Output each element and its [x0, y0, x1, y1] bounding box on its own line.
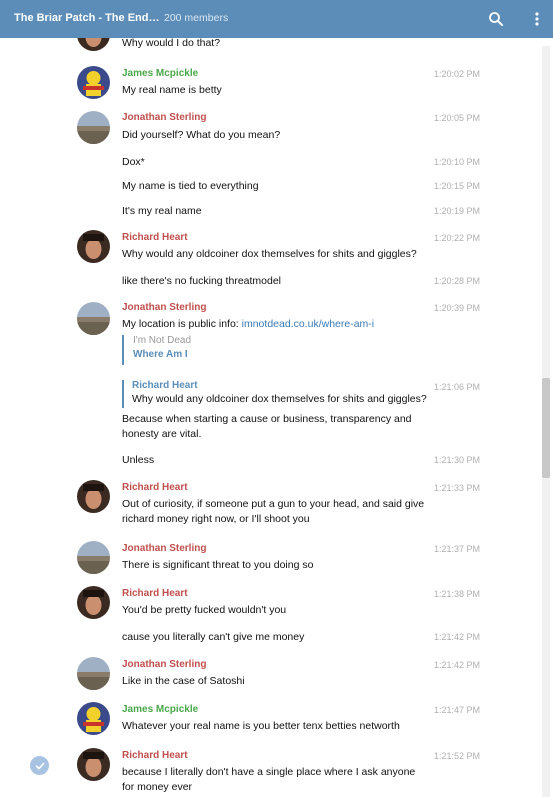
message-time: 1:20:28 PM — [434, 276, 481, 286]
message-time: 1:21:33 PM — [434, 483, 481, 493]
sender-name[interactable]: Jonathan Sterling — [122, 659, 206, 670]
sender-name[interactable]: Jonathan Sterling — [122, 112, 206, 123]
avatar-jonathan-sterling[interactable] — [77, 541, 110, 574]
message-time: 1:21:52 PM — [434, 751, 481, 761]
search-icon[interactable] — [487, 10, 505, 28]
message-text: Unless — [122, 454, 155, 466]
avatar-richard-heart[interactable] — [77, 480, 110, 513]
reply-sender-name: Richard Heart — [132, 380, 198, 391]
more-options-icon[interactable] — [530, 10, 544, 28]
chat-title[interactable]: The Briar Patch - The Ends… — [14, 12, 160, 24]
message-text: Dox* — [122, 156, 145, 168]
message-time: 1:21:30 PM — [434, 455, 481, 465]
avatar-richard-heart[interactable] — [77, 38, 110, 51]
message-time: 1:20:10 PM — [434, 157, 481, 167]
message-text: Out of curiosity, if someone put a gun t… — [122, 498, 425, 525]
sender-name[interactable]: James Mcpickle — [122, 704, 198, 715]
message-time: 1:20:05 PM — [434, 113, 481, 123]
avatar-richard-heart[interactable] — [77, 748, 110, 781]
message-text: because I literally don't have a single … — [122, 766, 416, 793]
avatar-richard-heart[interactable] — [77, 586, 110, 619]
link-preview[interactable]: I'm Not Dead Where Am I — [122, 335, 191, 365]
link-preview-site: I'm Not Dead — [133, 335, 192, 346]
sender-name[interactable]: Richard Heart — [122, 750, 188, 761]
chat-header: The Briar Patch - The Ends… 200 members — [0, 0, 553, 38]
message-text: My location is public info: imnotdead.co… — [122, 317, 427, 332]
message-time: 1:21:42 PM — [434, 632, 481, 642]
message-text: Like in the case of Satoshi — [122, 675, 245, 687]
message-time: 1:20:22 PM — [434, 233, 481, 243]
avatar-jonathan-sterling[interactable] — [77, 302, 110, 335]
message-text: Why would any oldcoiner dox themselves f… — [122, 248, 417, 260]
message-text: It's my real name — [122, 205, 202, 217]
message-text: Did yourself? What do you mean? — [122, 129, 281, 141]
message-text: You'd be pretty fucked wouldn't you — [122, 604, 287, 616]
message-time: 1:20:02 PM — [434, 69, 481, 79]
avatar-richard-heart[interactable] — [77, 230, 110, 263]
reply-text: Why would any oldcoiner dox themselves f… — [132, 393, 427, 405]
sender-name[interactable]: Richard Heart — [122, 482, 188, 493]
message-text: My name is tied to everything — [122, 180, 259, 192]
message-text: Whatever your real name is you better te… — [122, 720, 400, 732]
sender-name[interactable]: Richard Heart — [122, 232, 188, 243]
message-text: Because when starting a cause or busines… — [122, 413, 412, 440]
check-icon[interactable] — [30, 756, 49, 775]
message-time: 1:21:06 PM — [434, 382, 481, 392]
message-time: 1:20:19 PM — [434, 206, 481, 216]
avatar-jonathan-sterling[interactable] — [77, 111, 110, 144]
message-text: Why would I do that? — [122, 38, 221, 49]
link-preview-title: Where Am I — [133, 349, 188, 360]
message-text-body: My location is public info: — [122, 318, 242, 330]
sender-name[interactable]: Jonathan Sterling — [122, 543, 206, 554]
message-link[interactable]: imnotdead.co.uk/where-am-i — [242, 318, 374, 330]
message-text: like there's no fucking threatmodel — [122, 275, 282, 287]
message-time: 1:20:39 PM — [434, 303, 481, 313]
message-time: 1:21:42 PM — [434, 660, 481, 670]
sender-name[interactable]: Jonathan Sterling — [122, 302, 206, 313]
message-text: My real name is betty — [122, 84, 222, 96]
avatar-jonathan-sterling[interactable] — [77, 657, 110, 690]
message-time: 1:21:38 PM — [434, 589, 481, 599]
sender-name[interactable]: James Mcpickle — [122, 68, 198, 79]
message-feed[interactable]: Why would I do that? James Mcpickle 1:20… — [0, 38, 553, 797]
sender-name[interactable]: Richard Heart — [122, 588, 188, 599]
reply-quote[interactable]: Richard Heart Why would any oldcoiner do… — [122, 380, 427, 408]
scrollbar-thumb[interactable] — [542, 378, 550, 478]
member-count[interactable]: 200 members — [164, 12, 228, 24]
message-time: 1:20:15 PM — [434, 181, 481, 191]
avatar-james-mcpickle[interactable] — [77, 66, 110, 99]
message-text: There is significant threat to you doing… — [122, 559, 314, 571]
avatar-james-mcpickle[interactable] — [77, 702, 110, 735]
message-time: 1:21:37 PM — [434, 544, 481, 554]
message-text: cause you literally can't give me money — [122, 631, 305, 643]
message-time: 1:21:47 PM — [434, 705, 481, 715]
